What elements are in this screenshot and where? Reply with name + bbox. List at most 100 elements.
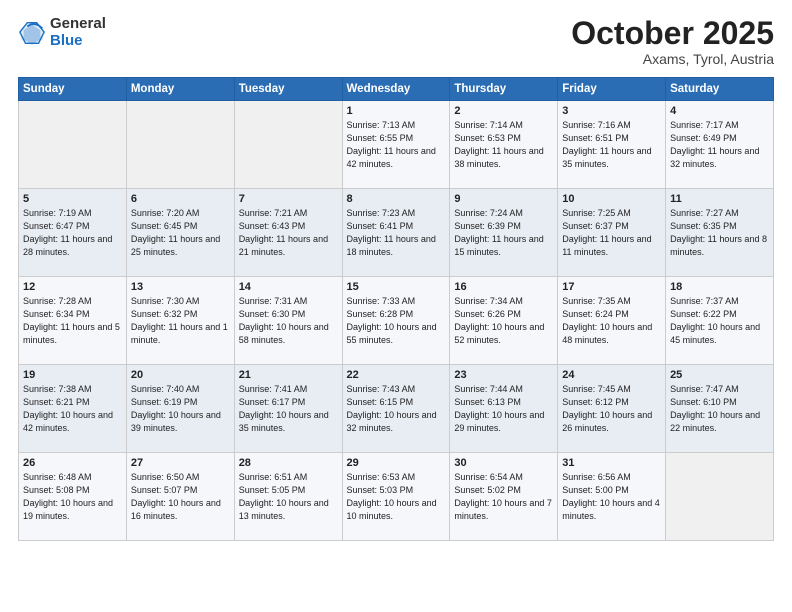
calendar-cell-w3-d5: 16 Sunrise: 7:34 AM Sunset: 6:26 PM Dayli… [450,277,558,365]
day-info: Sunrise: 6:48 AM Sunset: 5:08 PM Dayligh… [23,471,122,523]
calendar-cell-w1-d6: 3 Sunrise: 7:16 AM Sunset: 6:51 PM Daylig… [558,101,666,189]
calendar-cell-w2-d2: 6Sunrise: 7:20 AM Sunset: 6:45 PM Daylig… [126,189,234,277]
day-info: Sunrise: 7:43 AM Sunset: 6:15 PM Dayligh… [347,383,446,435]
day-info: Sunrise: 7:27 AM Sunset: 6:35 PM Dayligh… [670,207,769,259]
calendar-week-2: 5 Sunrise: 7:19 AM Sunset: 6:47 PM Daylig… [19,189,774,277]
day-info: Sunrise: 7:17 AM Sunset: 6:49 PM Dayligh… [670,119,769,171]
day-info: Sunrise: 6:54 AM Sunset: 5:02 PM Dayligh… [454,471,553,523]
day-info: Sunrise: 7:21 AM Sunset: 6:43 PM Dayligh… [239,207,338,259]
day-info: Sunrise: 6:51 AM Sunset: 5:05 PM Dayligh… [239,471,338,523]
day-number: 22 [347,369,446,381]
calendar-cell-w4-d3: 21 Sunrise: 7:41 AM Sunset: 6:17 PM Dayli… [234,365,342,453]
logo-icon [18,19,46,47]
calendar-cell-w4-d6: 24Sunrise: 7:45 AM Sunset: 6:12 PM Dayli… [558,365,666,453]
calendar-cell-w1-d5: 2 Sunrise: 7:14 AM Sunset: 6:53 PM Daylig… [450,101,558,189]
page: General Blue October 2025 Axams, Tyrol, … [0,0,792,612]
day-info: Sunrise: 7:34 AM Sunset: 6:26 PM Dayligh… [454,295,553,347]
calendar-cell-w1-d1 [19,101,127,189]
calendar-cell-w1-d3 [234,101,342,189]
day-number: 31 [562,457,661,469]
calendar-week-3: 12Sunrise: 7:28 AM Sunset: 6:34 PM Dayli… [19,277,774,365]
calendar-cell-w4-d2: 20 Sunrise: 7:40 AM Sunset: 6:19 PM Dayli… [126,365,234,453]
day-info: Sunrise: 7:30 AM Sunset: 6:32 PM Dayligh… [131,295,230,347]
day-number: 9 [454,193,553,205]
calendar-cell-w4-d7: 25 Sunrise: 7:47 AM Sunset: 6:10 PM Dayli… [666,365,774,453]
day-number: 27 [131,457,230,469]
title-block: October 2025 Axams, Tyrol, Austria [571,16,774,67]
calendar-cell-w5-d5: 30 Sunrise: 6:54 AM Sunset: 5:02 PM Dayli… [450,453,558,541]
day-info: Sunrise: 7:45 AM Sunset: 6:12 PM Dayligh… [562,383,661,435]
day-number: 5 [23,193,122,205]
day-number: 1 [347,105,446,117]
calendar-week-4: 19Sunrise: 7:38 AM Sunset: 6:21 PM Dayli… [19,365,774,453]
calendar-cell-w5-d6: 31 Sunrise: 6:56 AM Sunset: 5:00 PM Dayli… [558,453,666,541]
calendar-week-5: 26 Sunrise: 6:48 AM Sunset: 5:08 PM Dayli… [19,453,774,541]
calendar-cell-w2-d7: 11Sunrise: 7:27 AM Sunset: 6:35 PM Dayli… [666,189,774,277]
calendar-cell-w5-d3: 28Sunrise: 6:51 AM Sunset: 5:05 PM Dayli… [234,453,342,541]
calendar-cell-w5-d1: 26 Sunrise: 6:48 AM Sunset: 5:08 PM Dayli… [19,453,127,541]
day-number: 23 [454,369,553,381]
calendar-cell-w5-d2: 27Sunrise: 6:50 AM Sunset: 5:07 PM Dayli… [126,453,234,541]
day-info: Sunrise: 6:56 AM Sunset: 5:00 PM Dayligh… [562,471,661,523]
day-info: Sunrise: 7:41 AM Sunset: 6:17 PM Dayligh… [239,383,338,435]
calendar-header-row: Sunday Monday Tuesday Wednesday Thursday… [19,78,774,101]
day-number: 16 [454,281,553,293]
day-info: Sunrise: 7:14 AM Sunset: 6:53 PM Dayligh… [454,119,553,171]
calendar-week-1: 1 Sunrise: 7:13 AM Sunset: 6:55 PM Daylig… [19,101,774,189]
day-number: 21 [239,369,338,381]
day-info: Sunrise: 7:31 AM Sunset: 6:30 PM Dayligh… [239,295,338,347]
day-number: 8 [347,193,446,205]
logo-blue-text: Blue [50,33,106,50]
day-number: 17 [562,281,661,293]
calendar-cell-w2-d3: 7 Sunrise: 7:21 AM Sunset: 6:43 PM Daylig… [234,189,342,277]
title-month: October 2025 [571,16,774,51]
day-info: Sunrise: 6:53 AM Sunset: 5:03 PM Dayligh… [347,471,446,523]
day-info: Sunrise: 7:40 AM Sunset: 6:19 PM Dayligh… [131,383,230,435]
calendar-cell-w5-d7 [666,453,774,541]
calendar-cell-w3-d1: 12Sunrise: 7:28 AM Sunset: 6:34 PM Dayli… [19,277,127,365]
day-info: Sunrise: 7:13 AM Sunset: 6:55 PM Dayligh… [347,119,446,171]
day-info: Sunrise: 7:47 AM Sunset: 6:10 PM Dayligh… [670,383,769,435]
calendar-cell-w1-d4: 1 Sunrise: 7:13 AM Sunset: 6:55 PM Daylig… [342,101,450,189]
day-info: Sunrise: 7:38 AM Sunset: 6:21 PM Dayligh… [23,383,122,435]
col-saturday: Saturday [666,78,774,101]
day-number: 3 [562,105,661,117]
calendar-table: Sunday Monday Tuesday Wednesday Thursday… [18,77,774,541]
day-number: 26 [23,457,122,469]
day-info: Sunrise: 7:20 AM Sunset: 6:45 PM Dayligh… [131,207,230,259]
calendar-cell-w3-d4: 15 Sunrise: 7:33 AM Sunset: 6:28 PM Dayli… [342,277,450,365]
col-sunday: Sunday [19,78,127,101]
day-number: 2 [454,105,553,117]
day-info: Sunrise: 7:24 AM Sunset: 6:39 PM Dayligh… [454,207,553,259]
calendar-cell-w4-d5: 23Sunrise: 7:44 AM Sunset: 6:13 PM Dayli… [450,365,558,453]
day-info: Sunrise: 7:35 AM Sunset: 6:24 PM Dayligh… [562,295,661,347]
col-monday: Monday [126,78,234,101]
header: General Blue October 2025 Axams, Tyrol, … [18,16,774,67]
day-info: Sunrise: 7:16 AM Sunset: 6:51 PM Dayligh… [562,119,661,171]
day-number: 29 [347,457,446,469]
day-info: Sunrise: 7:37 AM Sunset: 6:22 PM Dayligh… [670,295,769,347]
col-wednesday: Wednesday [342,78,450,101]
calendar-cell-w2-d5: 9 Sunrise: 7:24 AM Sunset: 6:39 PM Daylig… [450,189,558,277]
day-number: 14 [239,281,338,293]
day-number: 10 [562,193,661,205]
calendar-cell-w3-d3: 14 Sunrise: 7:31 AM Sunset: 6:30 PM Dayli… [234,277,342,365]
day-number: 15 [347,281,446,293]
day-info: Sunrise: 7:28 AM Sunset: 6:34 PM Dayligh… [23,295,122,347]
calendar-cell-w2-d6: 10 Sunrise: 7:25 AM Sunset: 6:37 PM Dayli… [558,189,666,277]
calendar-cell-w1-d7: 4Sunrise: 7:17 AM Sunset: 6:49 PM Daylig… [666,101,774,189]
calendar-cell-w3-d2: 13 Sunrise: 7:30 AM Sunset: 6:32 PM Dayli… [126,277,234,365]
day-info: Sunrise: 7:25 AM Sunset: 6:37 PM Dayligh… [562,207,661,259]
calendar-cell-w3-d6: 17 Sunrise: 7:35 AM Sunset: 6:24 PM Dayli… [558,277,666,365]
day-info: Sunrise: 7:19 AM Sunset: 6:47 PM Dayligh… [23,207,122,259]
day-number: 7 [239,193,338,205]
day-number: 30 [454,457,553,469]
day-info: Sunrise: 7:33 AM Sunset: 6:28 PM Dayligh… [347,295,446,347]
day-info: Sunrise: 7:23 AM Sunset: 6:41 PM Dayligh… [347,207,446,259]
day-number: 18 [670,281,769,293]
col-thursday: Thursday [450,78,558,101]
day-number: 20 [131,369,230,381]
day-number: 25 [670,369,769,381]
logo: General Blue [18,16,106,49]
day-number: 13 [131,281,230,293]
